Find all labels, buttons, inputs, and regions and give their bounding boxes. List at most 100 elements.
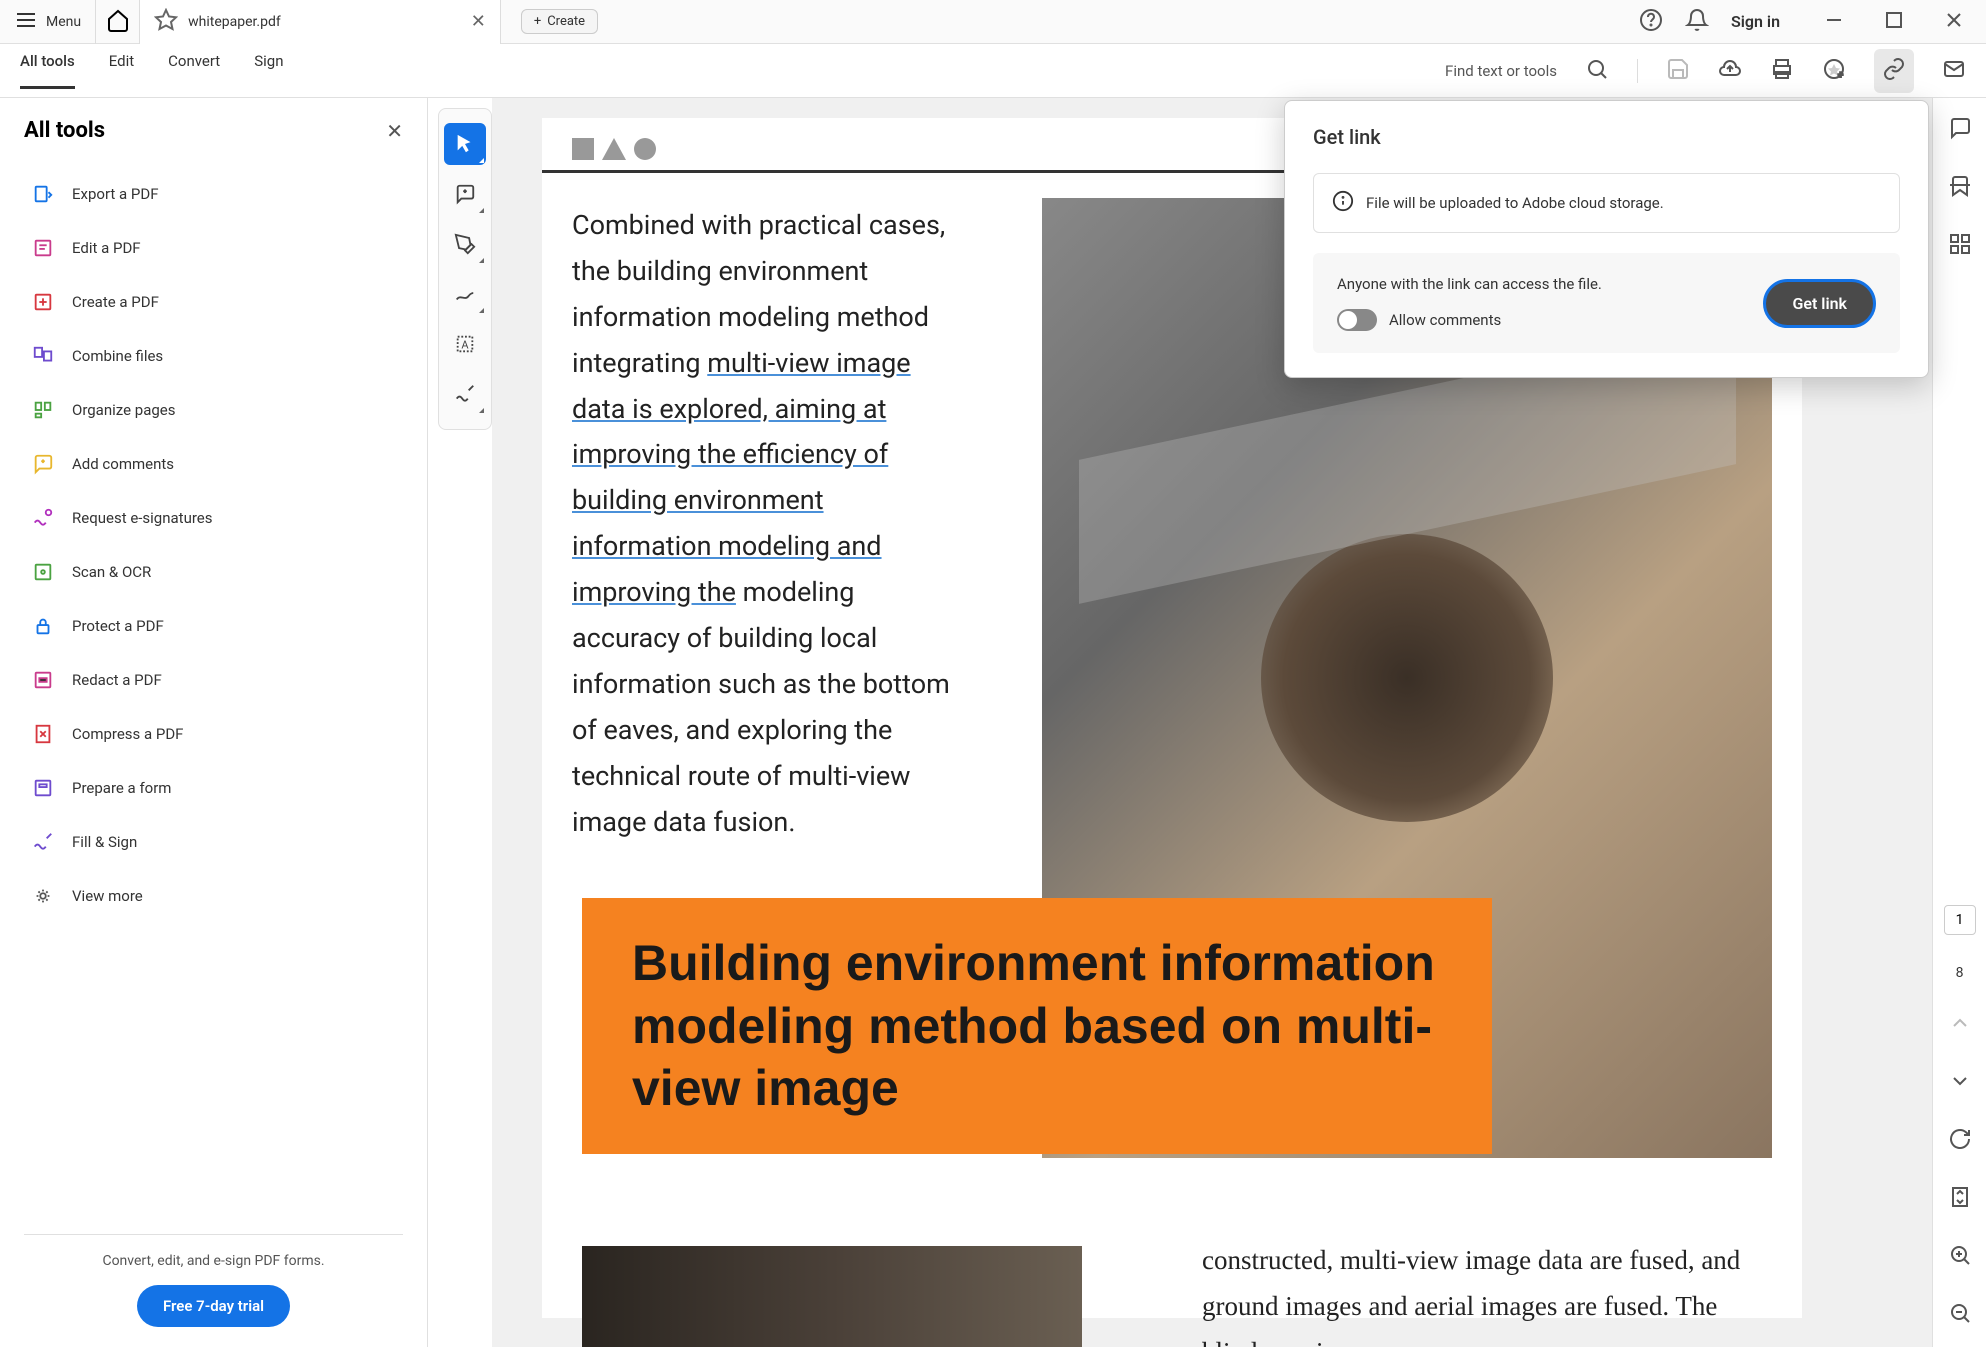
create-button[interactable]: + Create bbox=[521, 9, 598, 34]
allow-comments-toggle[interactable] bbox=[1337, 309, 1377, 331]
tool-item-prepare-a-form[interactable]: Prepare a form bbox=[24, 761, 403, 815]
tool-label: Add comments bbox=[72, 455, 174, 473]
secondary-photo bbox=[582, 1246, 1082, 1347]
bell-icon[interactable] bbox=[1685, 8, 1709, 36]
home-icon bbox=[106, 8, 130, 36]
sign-tool[interactable] bbox=[444, 373, 486, 415]
text-tool[interactable]: A bbox=[444, 323, 486, 365]
popup-info-row: File will be uploaded to Adobe cloud sto… bbox=[1313, 173, 1900, 233]
triangle-shape bbox=[602, 138, 626, 160]
cloud-upload-icon[interactable] bbox=[1718, 57, 1742, 85]
tool-item-request-e-signatures[interactable]: Request e-signatures bbox=[24, 491, 403, 545]
tool-label: Request e-signatures bbox=[72, 509, 213, 527]
tool-item-view-more[interactable]: View more bbox=[24, 869, 403, 923]
tool-icon bbox=[30, 775, 56, 801]
separator bbox=[1637, 59, 1638, 83]
select-tool[interactable] bbox=[444, 123, 486, 165]
plus-icon: + bbox=[534, 14, 541, 29]
chevron-down-icon[interactable] bbox=[1948, 1069, 1972, 1097]
tool-label: Fill & Sign bbox=[72, 833, 137, 851]
svg-text:A: A bbox=[461, 339, 469, 352]
tool-item-compress-a-pdf[interactable]: Compress a PDF bbox=[24, 707, 403, 761]
get-link-button[interactable]: Get link bbox=[1763, 279, 1876, 328]
comment-tool[interactable] bbox=[444, 173, 486, 215]
tool-item-protect-a-pdf[interactable]: Protect a PDF bbox=[24, 599, 403, 653]
bookmark-icon[interactable] bbox=[1948, 174, 1972, 202]
print-icon[interactable] bbox=[1770, 57, 1794, 85]
mail-icon[interactable] bbox=[1942, 57, 1966, 85]
tool-item-create-a-pdf[interactable]: Create a PDF bbox=[24, 275, 403, 329]
sidebar-close-icon[interactable]: ✕ bbox=[386, 119, 403, 143]
fit-page-icon[interactable] bbox=[1948, 1185, 1972, 1213]
link-share-icon[interactable] bbox=[1874, 49, 1914, 93]
hamburger-icon bbox=[14, 8, 38, 36]
free-trial-button[interactable]: Free 7-day trial bbox=[137, 1285, 290, 1327]
current-page-input[interactable]: 1 bbox=[1944, 905, 1976, 935]
file-tab[interactable]: whitepaper.pdf ✕ bbox=[140, 0, 501, 44]
tool-label: Export a PDF bbox=[72, 185, 159, 203]
tool-item-redact-a-pdf[interactable]: Redact a PDF bbox=[24, 653, 403, 707]
allow-comments-label: Allow comments bbox=[1389, 311, 1501, 329]
divider bbox=[24, 1234, 403, 1235]
tool-icon bbox=[30, 505, 56, 531]
tool-icon bbox=[30, 667, 56, 693]
square-shape bbox=[572, 138, 594, 160]
zoom-out-icon[interactable] bbox=[1948, 1301, 1972, 1329]
tool-label: Protect a PDF bbox=[72, 617, 164, 635]
vertical-toolbar: A bbox=[438, 108, 492, 430]
tool-icon bbox=[30, 343, 56, 369]
tool-label: Organize pages bbox=[72, 401, 175, 419]
menu-label: Menu bbox=[46, 14, 81, 30]
signin-link[interactable]: Sign in bbox=[1731, 12, 1780, 31]
tool-item-add-comments[interactable]: Add comments bbox=[24, 437, 403, 491]
minimize-icon[interactable] bbox=[1822, 8, 1846, 36]
tool-label: Scan & OCR bbox=[72, 563, 151, 581]
tool-item-scan-ocr[interactable]: Scan & OCR bbox=[24, 545, 403, 599]
toolbar: All tools Edit Convert Sign Find text or… bbox=[0, 44, 1986, 98]
star-icon[interactable] bbox=[154, 8, 178, 36]
chevron-up-icon[interactable] bbox=[1948, 1011, 1972, 1039]
popup-info-text: File will be uploaded to Adobe cloud sto… bbox=[1366, 194, 1664, 212]
tool-item-organize-pages[interactable]: Organize pages bbox=[24, 383, 403, 437]
info-icon bbox=[1332, 190, 1354, 216]
maximize-icon[interactable] bbox=[1882, 8, 1906, 36]
grid-icon[interactable] bbox=[1948, 232, 1972, 260]
access-text: Anyone with the link can access the file… bbox=[1337, 275, 1602, 293]
chat-icon[interactable] bbox=[1948, 116, 1972, 144]
tool-label: Combine files bbox=[72, 347, 163, 365]
body-paragraph-2: constructed, multi-view image data are f… bbox=[1202, 1238, 1762, 1347]
search-icon[interactable] bbox=[1585, 57, 1609, 85]
help-icon[interactable] bbox=[1639, 8, 1663, 36]
tool-label: Edit a PDF bbox=[72, 239, 141, 257]
tab-close-icon[interactable]: ✕ bbox=[471, 11, 486, 32]
ai-assist-icon[interactable]: + bbox=[1822, 57, 1846, 85]
tab-convert[interactable]: Convert bbox=[168, 52, 220, 89]
tab-sign[interactable]: Sign bbox=[254, 52, 283, 89]
tool-label: Create a PDF bbox=[72, 293, 159, 311]
zoom-in-icon[interactable] bbox=[1948, 1243, 1972, 1271]
svg-text:+: + bbox=[1838, 71, 1843, 81]
draw-tool[interactable] bbox=[444, 273, 486, 315]
save-icon[interactable] bbox=[1666, 57, 1690, 85]
tab-title: whitepaper.pdf bbox=[188, 14, 281, 30]
titlebar: Menu whitepaper.pdf ✕ + Create Sign in bbox=[0, 0, 1986, 44]
find-label: Find text or tools bbox=[1445, 62, 1557, 80]
rotate-icon[interactable] bbox=[1948, 1127, 1972, 1155]
sidebar-title-text: All tools bbox=[24, 118, 105, 143]
tool-item-edit-a-pdf[interactable]: Edit a PDF bbox=[24, 221, 403, 275]
tool-icon bbox=[30, 289, 56, 315]
tool-label: Prepare a form bbox=[72, 779, 171, 797]
tool-item-fill-sign[interactable]: Fill & Sign bbox=[24, 815, 403, 869]
para-link[interactable]: multi-view image data is explored, aimin… bbox=[572, 347, 911, 608]
tool-item-export-a-pdf[interactable]: Export a PDF bbox=[24, 167, 403, 221]
tab-all-tools[interactable]: All tools bbox=[20, 52, 75, 89]
tool-icon bbox=[30, 613, 56, 639]
menu-button[interactable]: Menu bbox=[0, 0, 96, 44]
close-window-icon[interactable] bbox=[1942, 8, 1966, 36]
highlight-tool[interactable] bbox=[444, 223, 486, 265]
tool-icon bbox=[30, 883, 56, 909]
home-button[interactable] bbox=[96, 0, 140, 44]
sidebar-title: All tools ✕ bbox=[24, 118, 403, 143]
tool-item-combine-files[interactable]: Combine files bbox=[24, 329, 403, 383]
tab-edit[interactable]: Edit bbox=[109, 52, 134, 89]
